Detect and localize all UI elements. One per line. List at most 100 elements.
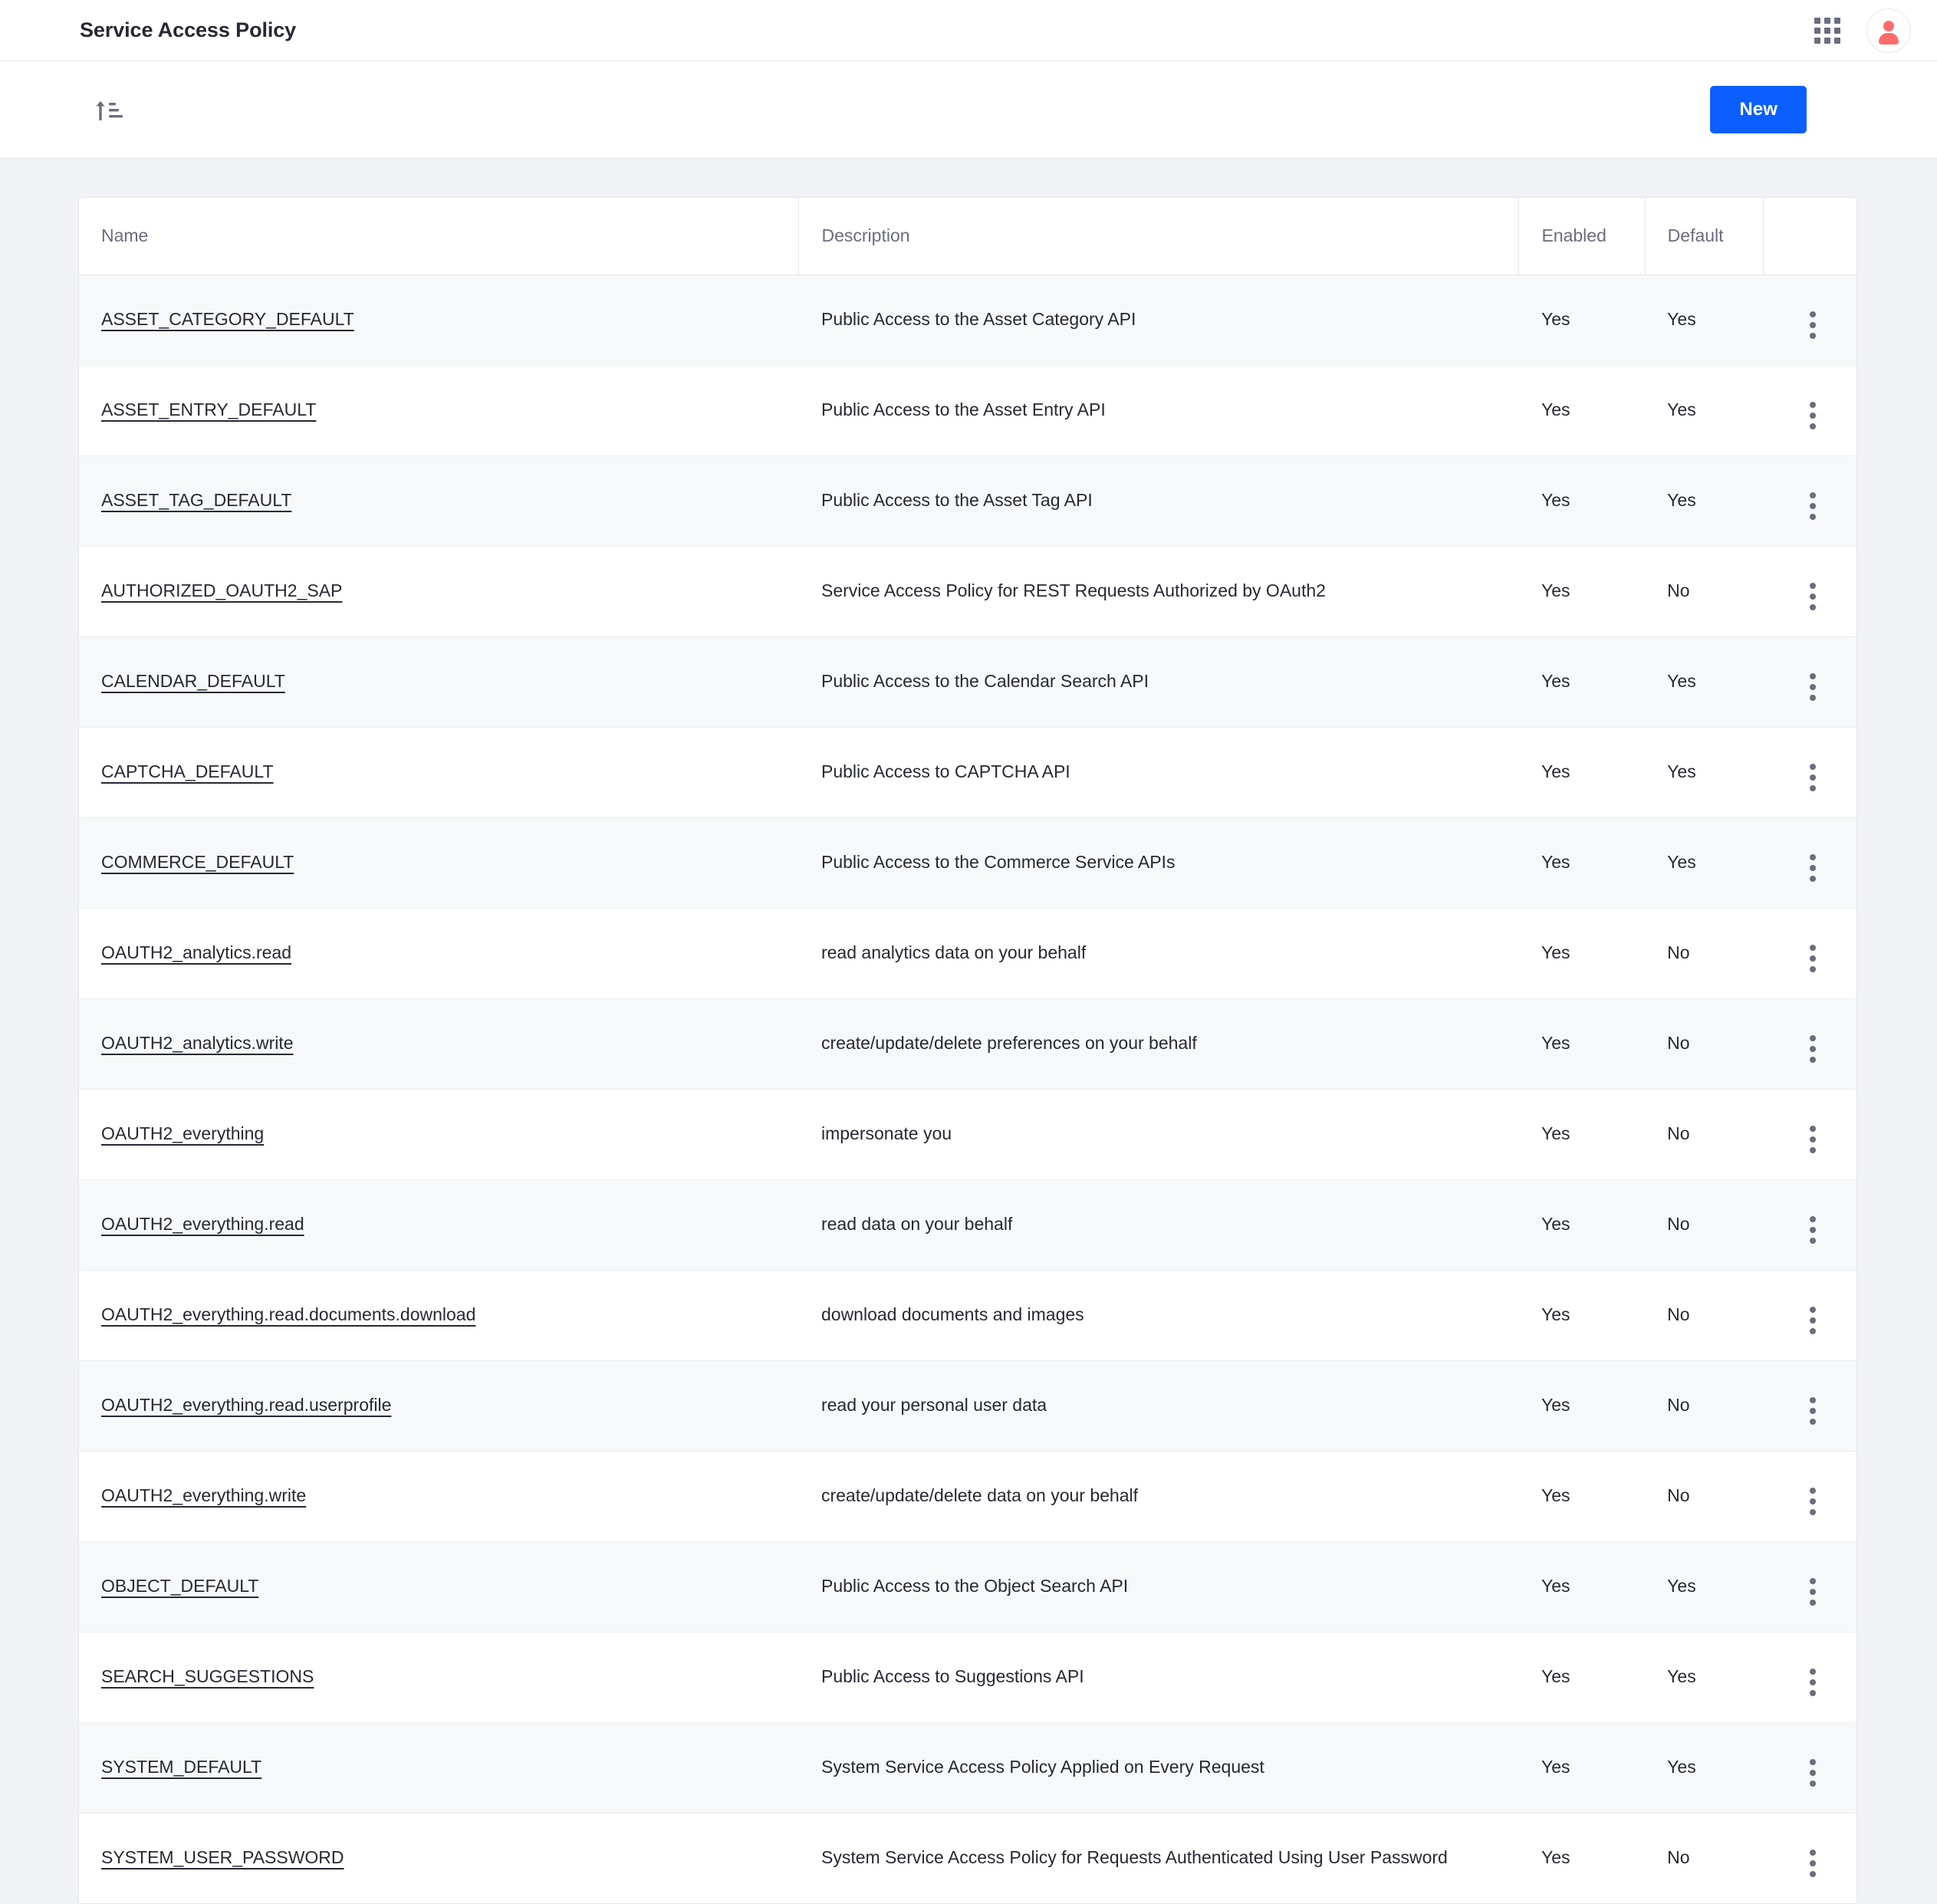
- kebab-dot: [1809, 1668, 1816, 1675]
- cell-actions: [1763, 455, 1856, 547]
- cell-description: create/update/delete data on your behalf: [798, 1451, 1519, 1542]
- policy-name-link[interactable]: ASSET_TAG_DEFAULT: [101, 490, 291, 510]
- cell-description: Public Access to the Asset Tag API: [798, 455, 1519, 547]
- cell-name: OAUTH2_analytics.write: [79, 998, 799, 1090]
- policy-name-link[interactable]: ASSET_ENTRY_DEFAULT: [101, 400, 316, 419]
- cell-name: SYSTEM_USER_PASSWORD: [79, 1813, 799, 1903]
- kebab-dot: [1809, 955, 1816, 962]
- policy-name-link[interactable]: AUTHORIZED_OAUTH2_SAP: [101, 580, 342, 600]
- grid-dot: [1834, 17, 1840, 24]
- policy-name-link[interactable]: SYSTEM_DEFAULT: [101, 1757, 261, 1777]
- cell-name: OAUTH2_everything.read.userprofile: [79, 1360, 799, 1452]
- cell-description: Service Access Policy for REST Requests …: [798, 546, 1519, 637]
- kebab-menu-icon[interactable]: [1807, 1032, 1819, 1066]
- cell-actions: [1763, 1179, 1856, 1271]
- cell-actions: [1763, 998, 1856, 1090]
- table-row: OAUTH2_everything.write create/update/del…: [79, 1451, 1856, 1542]
- kebab-dot: [1809, 1418, 1816, 1425]
- kebab-dot: [1809, 1396, 1816, 1403]
- kebab-menu-icon[interactable]: [1807, 308, 1819, 342]
- kebab-dot: [1809, 774, 1816, 781]
- cell-name: CALENDAR_DEFAULT: [79, 636, 799, 728]
- policy-name-link[interactable]: CALENDAR_DEFAULT: [101, 671, 285, 691]
- cell-enabled: Yes: [1518, 1541, 1646, 1633]
- table-header-row: Name Description Enabled Default: [79, 198, 1856, 275]
- policy-name-link[interactable]: OBJECT_DEFAULT: [101, 1576, 258, 1596]
- app-grid-icon[interactable]: [1814, 17, 1840, 44]
- column-header-description[interactable]: Description: [798, 198, 1520, 275]
- column-header-enabled[interactable]: Enabled: [1518, 198, 1646, 275]
- kebab-dot: [1809, 1769, 1816, 1776]
- table-header: Name Description Enabled Default: [79, 198, 1856, 275]
- policy-name-link[interactable]: OAUTH2_everything.read.userprofile: [101, 1395, 391, 1415]
- cell-description: Public Access to the Object Search API: [798, 1541, 1519, 1633]
- cell-actions: [1763, 1451, 1856, 1542]
- kebab-menu-icon[interactable]: [1807, 1304, 1819, 1337]
- kebab-menu-icon[interactable]: [1807, 851, 1819, 885]
- cell-default: No: [1645, 1360, 1764, 1452]
- kebab-menu-icon[interactable]: [1807, 1213, 1819, 1247]
- kebab-menu-icon[interactable]: [1807, 942, 1819, 975]
- policy-name-link[interactable]: COMMERCE_DEFAULT: [101, 852, 294, 872]
- cell-default: No: [1645, 908, 1764, 999]
- kebab-menu-icon[interactable]: [1807, 1756, 1819, 1790]
- column-header-name[interactable]: Name: [79, 198, 800, 275]
- policy-name-link[interactable]: ASSET_CATEGORY_DEFAULT: [101, 309, 354, 329]
- kebab-menu-icon[interactable]: [1807, 1575, 1819, 1609]
- policy-name-link[interactable]: OAUTH2_analytics.write: [101, 1033, 294, 1053]
- policy-name-link[interactable]: SEARCH_SUGGESTIONS: [101, 1666, 314, 1686]
- kebab-menu-icon[interactable]: [1807, 670, 1819, 704]
- user-avatar-icon[interactable]: [1866, 8, 1911, 53]
- sort-ascending-icon[interactable]: [90, 93, 124, 127]
- kebab-menu-icon[interactable]: [1807, 489, 1819, 523]
- kebab-menu-icon[interactable]: [1807, 1485, 1819, 1518]
- cell-description: Public Access to CAPTCHA API: [798, 727, 1519, 818]
- policy-name-link[interactable]: OAUTH2_everything.write: [101, 1485, 306, 1505]
- kebab-dot: [1809, 672, 1816, 679]
- grid-dot: [1824, 17, 1830, 24]
- kebab-menu-icon[interactable]: [1807, 1394, 1819, 1428]
- cell-actions: [1763, 1813, 1856, 1903]
- cell-description: impersonate you: [798, 1089, 1519, 1180]
- cell-enabled: Yes: [1518, 1451, 1646, 1542]
- kebab-dot: [1809, 1226, 1816, 1233]
- column-header-default[interactable]: Default: [1645, 198, 1764, 275]
- cell-name: SEARCH_SUGGESTIONS: [79, 1632, 799, 1723]
- cell-actions: [1763, 817, 1856, 909]
- grid-dot: [1814, 17, 1820, 24]
- policy-name-link[interactable]: OAUTH2_everything: [101, 1123, 264, 1143]
- kebab-dot: [1809, 332, 1816, 339]
- kebab-dot: [1809, 1327, 1816, 1334]
- policy-name-link[interactable]: OAUTH2_everything.read.documents.downloa…: [101, 1304, 475, 1324]
- cell-actions: [1763, 727, 1856, 818]
- kebab-menu-icon[interactable]: [1807, 1846, 1819, 1880]
- kebab-menu-icon[interactable]: [1807, 580, 1819, 613]
- cell-default: No: [1645, 998, 1764, 1090]
- kebab-menu-icon[interactable]: [1807, 1666, 1819, 1699]
- new-button[interactable]: New: [1710, 86, 1807, 133]
- kebab-menu-icon[interactable]: [1807, 399, 1819, 432]
- cell-enabled: Yes: [1518, 546, 1646, 637]
- table-row: SEARCH_SUGGESTIONS Public Access to Sugge…: [79, 1632, 1856, 1723]
- main-content: Name Description Enabled Default ASSET_C…: [0, 159, 1937, 1904]
- kebab-menu-icon[interactable]: [1807, 761, 1819, 794]
- kebab-dot: [1809, 1870, 1816, 1877]
- policy-name-link[interactable]: CAPTCHA_DEFAULT: [101, 761, 274, 781]
- cell-actions: [1763, 365, 1856, 456]
- kebab-dot: [1809, 603, 1816, 610]
- kebab-dot: [1809, 1758, 1816, 1765]
- kebab-dot: [1809, 1498, 1816, 1504]
- kebab-dot: [1809, 1034, 1816, 1041]
- cell-description: Public Access to the Asset Entry API: [798, 365, 1519, 456]
- cell-description: read your personal user data: [798, 1360, 1519, 1452]
- policy-name-link[interactable]: SYSTEM_USER_PASSWORD: [101, 1847, 344, 1867]
- table-row: ASSET_ENTRY_DEFAULT Public Access to the …: [79, 365, 1856, 456]
- policy-name-link[interactable]: OAUTH2_analytics.read: [101, 942, 291, 962]
- kebab-dot: [1809, 864, 1816, 871]
- cell-description: read data on your behalf: [798, 1179, 1519, 1271]
- kebab-menu-icon[interactable]: [1807, 1123, 1819, 1156]
- policy-name-link[interactable]: OAUTH2_everything.read: [101, 1214, 304, 1234]
- grid-dot: [1824, 27, 1830, 34]
- table-row: AUTHORIZED_OAUTH2_SAP Service Access Poli…: [79, 546, 1856, 637]
- app-header: Service Access Policy: [0, 0, 1937, 61]
